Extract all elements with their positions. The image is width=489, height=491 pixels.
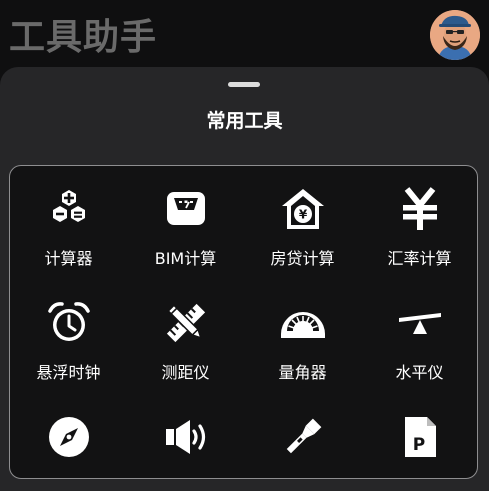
tool-bim[interactable]: BIM计算 bbox=[127, 166, 244, 276]
svg-text:P: P bbox=[413, 435, 425, 455]
scale-icon bbox=[163, 186, 209, 232]
tool-label: 悬浮时钟 bbox=[36, 363, 101, 382]
avatar[interactable] bbox=[430, 10, 480, 60]
tool-compass[interactable] bbox=[10, 394, 127, 478]
tool-label: 水平仪 bbox=[395, 363, 444, 382]
tool-label: BIM计算 bbox=[154, 249, 217, 268]
tool-protractor[interactable]: 量角器 bbox=[244, 280, 361, 390]
alarm-clock-icon bbox=[46, 300, 92, 346]
drag-handle[interactable] bbox=[228, 82, 260, 87]
flashlight-icon bbox=[280, 414, 326, 460]
parking-icon: P bbox=[397, 414, 443, 460]
sheet-title: 常用工具 bbox=[206, 110, 283, 132]
speaker-icon bbox=[163, 414, 209, 460]
tool-label: 测距仪 bbox=[161, 363, 210, 382]
tool-exchange-rate[interactable]: 汇率计算 bbox=[361, 166, 477, 276]
protractor-icon bbox=[280, 300, 326, 346]
ruler-pencil-icon bbox=[163, 300, 209, 346]
compass-icon bbox=[46, 414, 92, 460]
page-title: 工具助手 bbox=[9, 17, 158, 58]
calculator-icon bbox=[46, 186, 92, 232]
tool-range-finder[interactable]: 测距仪 bbox=[127, 280, 244, 390]
level-icon bbox=[397, 300, 443, 346]
tool-spirit-level[interactable]: 水平仪 bbox=[361, 280, 477, 390]
tool-house-loan[interactable]: ¥ 房贷计算 bbox=[244, 166, 361, 276]
bottom-sheet: 常用工具 计算器 BIM计算 ¥ 房贷计算 汇率计算 悬浮时钟 测距仪 量角器 … bbox=[0, 67, 489, 491]
yen-exchange-icon bbox=[397, 186, 443, 232]
tool-label: 计算器 bbox=[44, 249, 93, 268]
tool-floating-clock[interactable]: 悬浮时钟 bbox=[10, 280, 127, 390]
tool-calculator[interactable]: 计算器 bbox=[10, 166, 127, 276]
svg-text:¥: ¥ bbox=[299, 208, 308, 222]
tool-label: 汇率计算 bbox=[387, 249, 452, 268]
tool-speaker[interactable] bbox=[127, 394, 244, 478]
tools-panel: 计算器 BIM计算 ¥ 房贷计算 汇率计算 悬浮时钟 测距仪 量角器 水平仪 P bbox=[9, 165, 478, 479]
house-loan-icon: ¥ bbox=[280, 186, 326, 232]
tool-label: 房贷计算 bbox=[270, 249, 335, 268]
tool-label: 量角器 bbox=[278, 363, 327, 382]
app-root: 工具助手 常用工具 计算器 BIM计算 ¥ 房贷计算 汇率计算 悬浮时钟 测距仪… bbox=[0, 0, 489, 491]
tool-parking[interactable]: P bbox=[361, 394, 477, 478]
tool-flashlight[interactable] bbox=[244, 394, 361, 478]
